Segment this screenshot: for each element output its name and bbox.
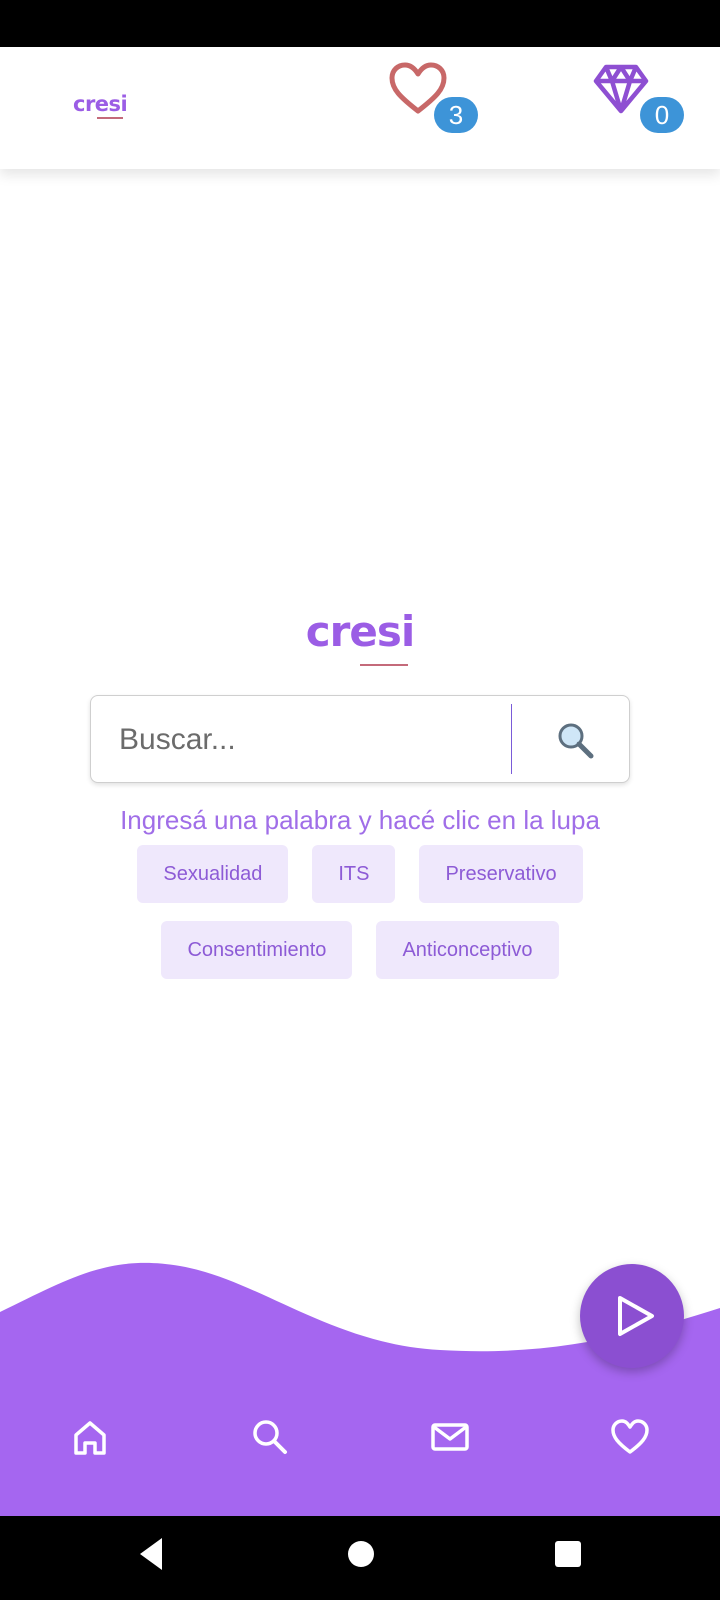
chip-preservativo[interactable]: Preservativo	[419, 845, 583, 903]
chip-consentimiento[interactable]: Consentimiento	[161, 921, 353, 979]
play-fab[interactable]	[580, 1264, 684, 1368]
main-logo-underline	[360, 664, 408, 666]
main-content: cresi Ingresá una palabra y hacé clic en…	[0, 169, 720, 1249]
magnifier-icon	[558, 723, 594, 759]
main-logo: cresi	[305, 607, 416, 656]
status-bar	[0, 0, 720, 47]
home-button-icon[interactable]	[346, 1534, 376, 1574]
nav-search[interactable]	[248, 1415, 292, 1459]
top-app-bar: cresi 3 0	[0, 47, 720, 169]
back-icon[interactable]	[136, 1534, 168, 1574]
recents-icon[interactable]	[553, 1534, 583, 1574]
chip-its[interactable]: ITS	[312, 845, 396, 903]
search-box	[90, 695, 630, 784]
suggestion-chips: Sexualidad ITS Preservativo Consentimien…	[100, 845, 620, 979]
gems-badge: 0	[640, 97, 684, 133]
chip-sexualidad[interactable]: Sexualidad	[137, 845, 289, 903]
nav-messages[interactable]	[428, 1415, 472, 1459]
header-logo-text: cresi	[73, 92, 128, 116]
header-logo: cresi	[73, 92, 128, 119]
nav-favorites[interactable]	[608, 1415, 652, 1459]
heart-icon	[611, 1419, 649, 1454]
search-button[interactable]	[521, 696, 629, 782]
home-icon	[74, 1421, 106, 1455]
gems-counter[interactable]: 0	[592, 61, 692, 133]
search-icon	[253, 1420, 287, 1454]
system-nav-bar	[0, 1516, 720, 1600]
search-input[interactable]	[117, 696, 491, 784]
likes-badge: 3	[434, 97, 478, 133]
chip-anticonceptivo[interactable]: Anticonceptivo	[376, 921, 559, 979]
nav-home[interactable]	[68, 1415, 112, 1459]
likes-counter[interactable]: 3	[388, 61, 488, 133]
search-divider	[511, 704, 512, 774]
mail-icon	[431, 1423, 469, 1451]
search-hint: Ingresá una palabra y hacé clic en la lu…	[120, 805, 600, 835]
header-logo-underline	[97, 117, 123, 119]
play-icon	[618, 1296, 654, 1336]
